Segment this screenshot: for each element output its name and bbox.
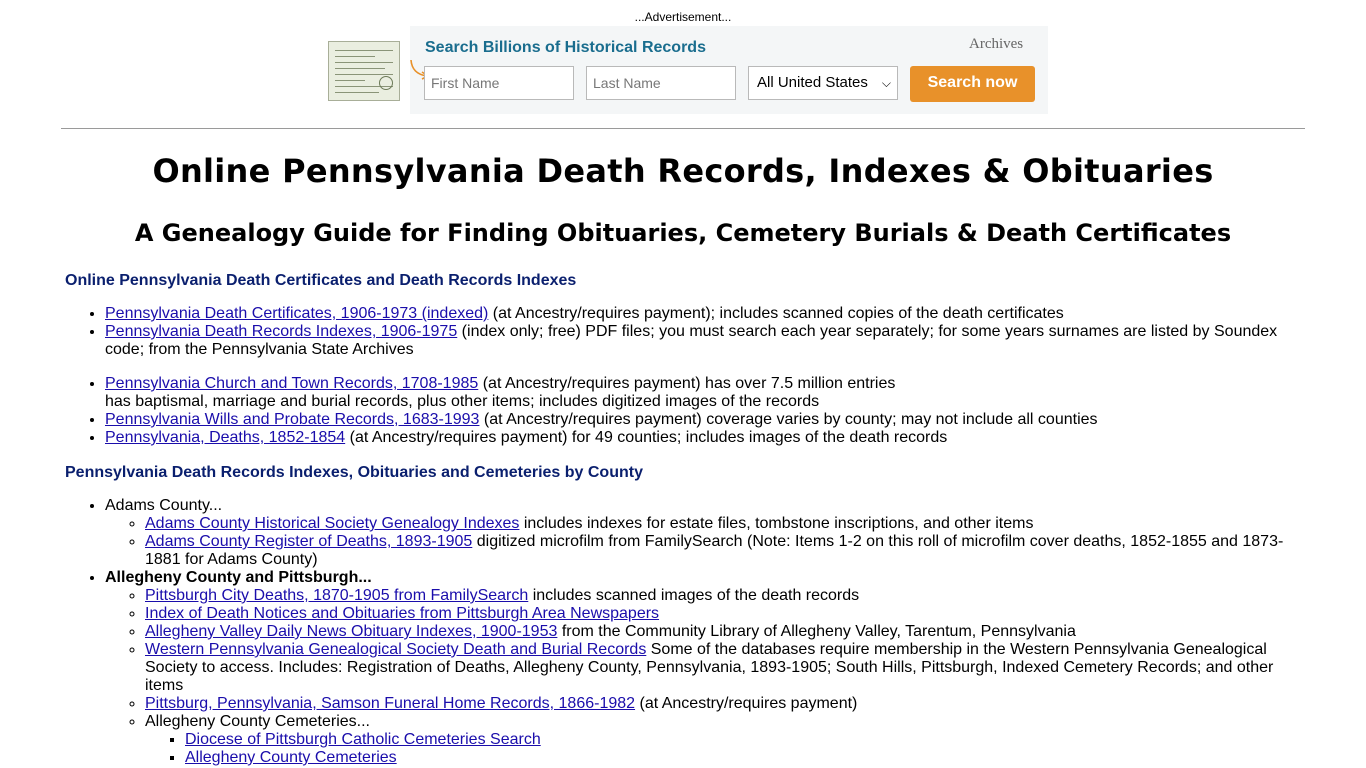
section-heading-death-certificates: Online Pennsylvania Death Certificates a… [65, 272, 577, 289]
county-label: Adams County... [105, 497, 223, 514]
link-diocese-pittsburgh-cemeteries[interactable]: Diocese of Pittsburgh Catholic Cemeterie… [185, 731, 541, 748]
list-item: Pittsburgh City Deaths, 1870-1905 from F… [145, 587, 1301, 605]
section-heading-by-county: Pennsylvania Death Records Indexes, Obit… [65, 464, 643, 481]
item-description: has baptismal, marriage and burial recor… [105, 393, 820, 410]
link-church-and-town-records[interactable]: Pennsylvania Church and Town Records, 17… [105, 375, 478, 392]
location-select[interactable]: All United States ⌵ [748, 66, 898, 100]
list-item: Pittsburg, Pennsylvania, Samson Funeral … [145, 695, 1301, 713]
page-title: Online Pennsylvania Death Records, Index… [152, 152, 1214, 190]
item-description: includes scanned images of the death rec… [528, 587, 860, 604]
item-description: includes indexes for estate files, tombs… [519, 515, 1034, 532]
link-allegheny-county-cemeteries[interactable]: Allegheny County Cemeteries [185, 749, 397, 766]
advertisement-label: ...Advertisement... [634, 10, 732, 24]
item-description: (at Ancestry/requires payment); includes… [488, 305, 1064, 322]
list-item: Pennsylvania Death Records Indexes, 1906… [105, 323, 1301, 359]
item-description: from the Community Library of Allegheny … [557, 623, 1076, 640]
list-item: Pennsylvania Wills and Probate Records, … [105, 411, 1301, 429]
link-deaths-1852-1854[interactable]: Pennsylvania, Deaths, 1852-1854 [105, 429, 345, 446]
chevron-down-icon: ⌵ [881, 76, 891, 90]
main-content: Online Pennsylvania Death Certificates a… [65, 271, 1301, 767]
item-description: (at Ancestry/requires payment) has over … [478, 375, 896, 392]
item-description: (at Ancestry/requires payment) for 49 co… [345, 429, 948, 446]
link-pittsburgh-city-deaths[interactable]: Pittsburgh City Deaths, 1870-1905 from F… [145, 587, 528, 604]
link-wills-and-probate-records[interactable]: Pennsylvania Wills and Probate Records, … [105, 411, 479, 428]
link-samson-funeral-home[interactable]: Pittsburg, Pennsylvania, Samson Funeral … [145, 695, 635, 712]
link-pittsburgh-death-notices[interactable]: Index of Death Notices and Obituaries fr… [145, 605, 659, 622]
link-adams-historical-society[interactable]: Adams County Historical Society Genealog… [145, 515, 519, 532]
search-now-button[interactable]: Search now [910, 66, 1035, 102]
item-description: (at Ancestry/requires payment) [635, 695, 858, 712]
list-item: Western Pennsylvania Genealogical Societ… [145, 641, 1301, 695]
list-item: Index of Death Notices and Obituaries fr… [145, 605, 1301, 623]
link-death-records-indexes-1906-1975[interactable]: Pennsylvania Death Records Indexes, 1906… [105, 323, 457, 340]
county-list: Adams County... Adams County Historical … [65, 497, 1301, 767]
list-item: Allegheny County Cemeteries... Diocese o… [145, 713, 1301, 767]
item-description: (at Ancestry/requires payment) coverage … [479, 411, 1098, 428]
adams-county-list: Adams County Historical Society Genealog… [105, 515, 1301, 569]
ad-title: Search Billions of Historical Records [425, 39, 706, 56]
list-item: Adams County Historical Society Genealog… [145, 515, 1301, 533]
archives-logo: Archives [969, 36, 1024, 52]
list-item: Adams County Register of Deaths, 1893-19… [145, 533, 1301, 569]
county-label: Allegheny County and Pittsburgh... [105, 569, 372, 586]
link-adams-register-of-deaths[interactable]: Adams County Register of Deaths, 1893-19… [145, 533, 472, 550]
list-item: Diocese of Pittsburgh Catholic Cemeterie… [185, 731, 1301, 749]
allegheny-county-list: Pittsburgh City Deaths, 1870-1905 from F… [105, 587, 1301, 767]
cemeteries-label: Allegheny County Cemeteries... [145, 713, 370, 730]
allegheny-cemeteries-list: Diocese of Pittsburgh Catholic Cemeterie… [145, 731, 1301, 767]
link-western-pa-genealogical-society[interactable]: Western Pennsylvania Genealogical Societ… [145, 641, 646, 658]
county-item-adams: Adams County... Adams County Historical … [105, 497, 1301, 569]
list-item: Pennsylvania Death Certificates, 1906-19… [105, 305, 1301, 323]
first-name-input[interactable]: First Name [424, 66, 574, 100]
divider [61, 128, 1305, 129]
last-name-input[interactable]: Last Name [586, 66, 736, 100]
link-allegheny-valley-obituaries[interactable]: Allegheny Valley Daily News Obituary Ind… [145, 623, 557, 640]
document-thumbnail-icon[interactable] [328, 41, 400, 101]
list-item: Pennsylvania, Deaths, 1852-1854 (at Ance… [105, 429, 1301, 447]
list-item: Allegheny Valley Daily News Obituary Ind… [145, 623, 1301, 641]
county-item-allegheny: Allegheny County and Pittsburgh... Pitts… [105, 569, 1301, 767]
death-certificates-list: Pennsylvania Death Certificates, 1906-19… [65, 305, 1301, 447]
list-item: Allegheny County Cemeteries [185, 749, 1301, 767]
page-subtitle: A Genealogy Guide for Finding Obituaries… [134, 219, 1232, 247]
location-select-value: All United States [757, 74, 868, 91]
list-item: Pennsylvania Church and Town Records, 17… [105, 375, 1301, 411]
link-death-certificates-1906-1973[interactable]: Pennsylvania Death Certificates, 1906-19… [105, 305, 488, 322]
